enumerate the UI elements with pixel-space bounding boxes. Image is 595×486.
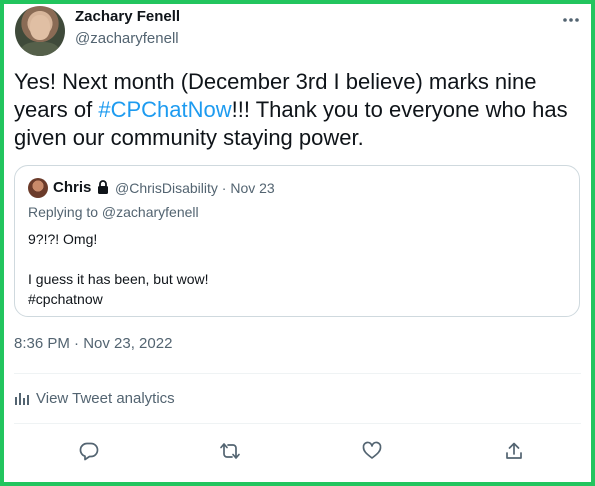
more-options-button[interactable]	[559, 8, 583, 32]
divider	[14, 373, 581, 374]
quote-author-avatar	[28, 178, 48, 198]
quote-replying-to: Replying to @zacharyfenell	[28, 204, 199, 220]
quote-body: 9?!?! Omg! I guess it has been, but wow!…	[28, 229, 209, 309]
quote-line: I guess it has been, but wow!	[28, 271, 209, 287]
share-upload-icon	[506, 442, 522, 459]
bar-chart-icon	[15, 393, 29, 405]
lock-icon	[98, 180, 108, 194]
quote-handle-date: @ChrisDisability · Nov 23	[115, 180, 275, 196]
retweet-icon	[220, 443, 240, 459]
author-handle[interactable]: @zacharyfenell	[75, 30, 179, 47]
more-horizontal-icon	[563, 18, 579, 22]
author-display-name[interactable]: Zachary Fenell	[75, 8, 180, 25]
quote-line: 9?!?! Omg!	[28, 231, 98, 247]
analytics-label: View Tweet analytics	[36, 389, 175, 407]
tweet-text: Yes! Next month (December 3rd I believe)…	[14, 68, 574, 152]
quote-line: #cpchatnow	[28, 291, 103, 307]
share-button[interactable]	[499, 436, 529, 466]
retweet-button[interactable]	[215, 436, 245, 466]
view-analytics-link[interactable]: View Tweet analytics	[14, 388, 175, 408]
heart-icon	[362, 441, 382, 459]
reply-bubble-icon	[79, 442, 99, 461]
divider	[14, 423, 581, 424]
quoted-tweet-card[interactable]: Chris @ChrisDisability · Nov 23 Replying…	[14, 165, 580, 317]
quote-author-name: Chris	[53, 179, 92, 196]
like-button[interactable]	[357, 436, 387, 466]
tweet-timestamp[interactable]: 8:36 PM · Nov 23, 2022	[14, 335, 172, 352]
author-avatar[interactable]	[15, 6, 65, 56]
avatar-face	[30, 15, 50, 40]
quote-line	[28, 249, 209, 269]
reply-button[interactable]	[74, 436, 104, 466]
action-bar	[0, 436, 595, 466]
avatar-shirt	[21, 42, 59, 56]
hashtag-link[interactable]: #CPChatNow	[98, 97, 231, 122]
